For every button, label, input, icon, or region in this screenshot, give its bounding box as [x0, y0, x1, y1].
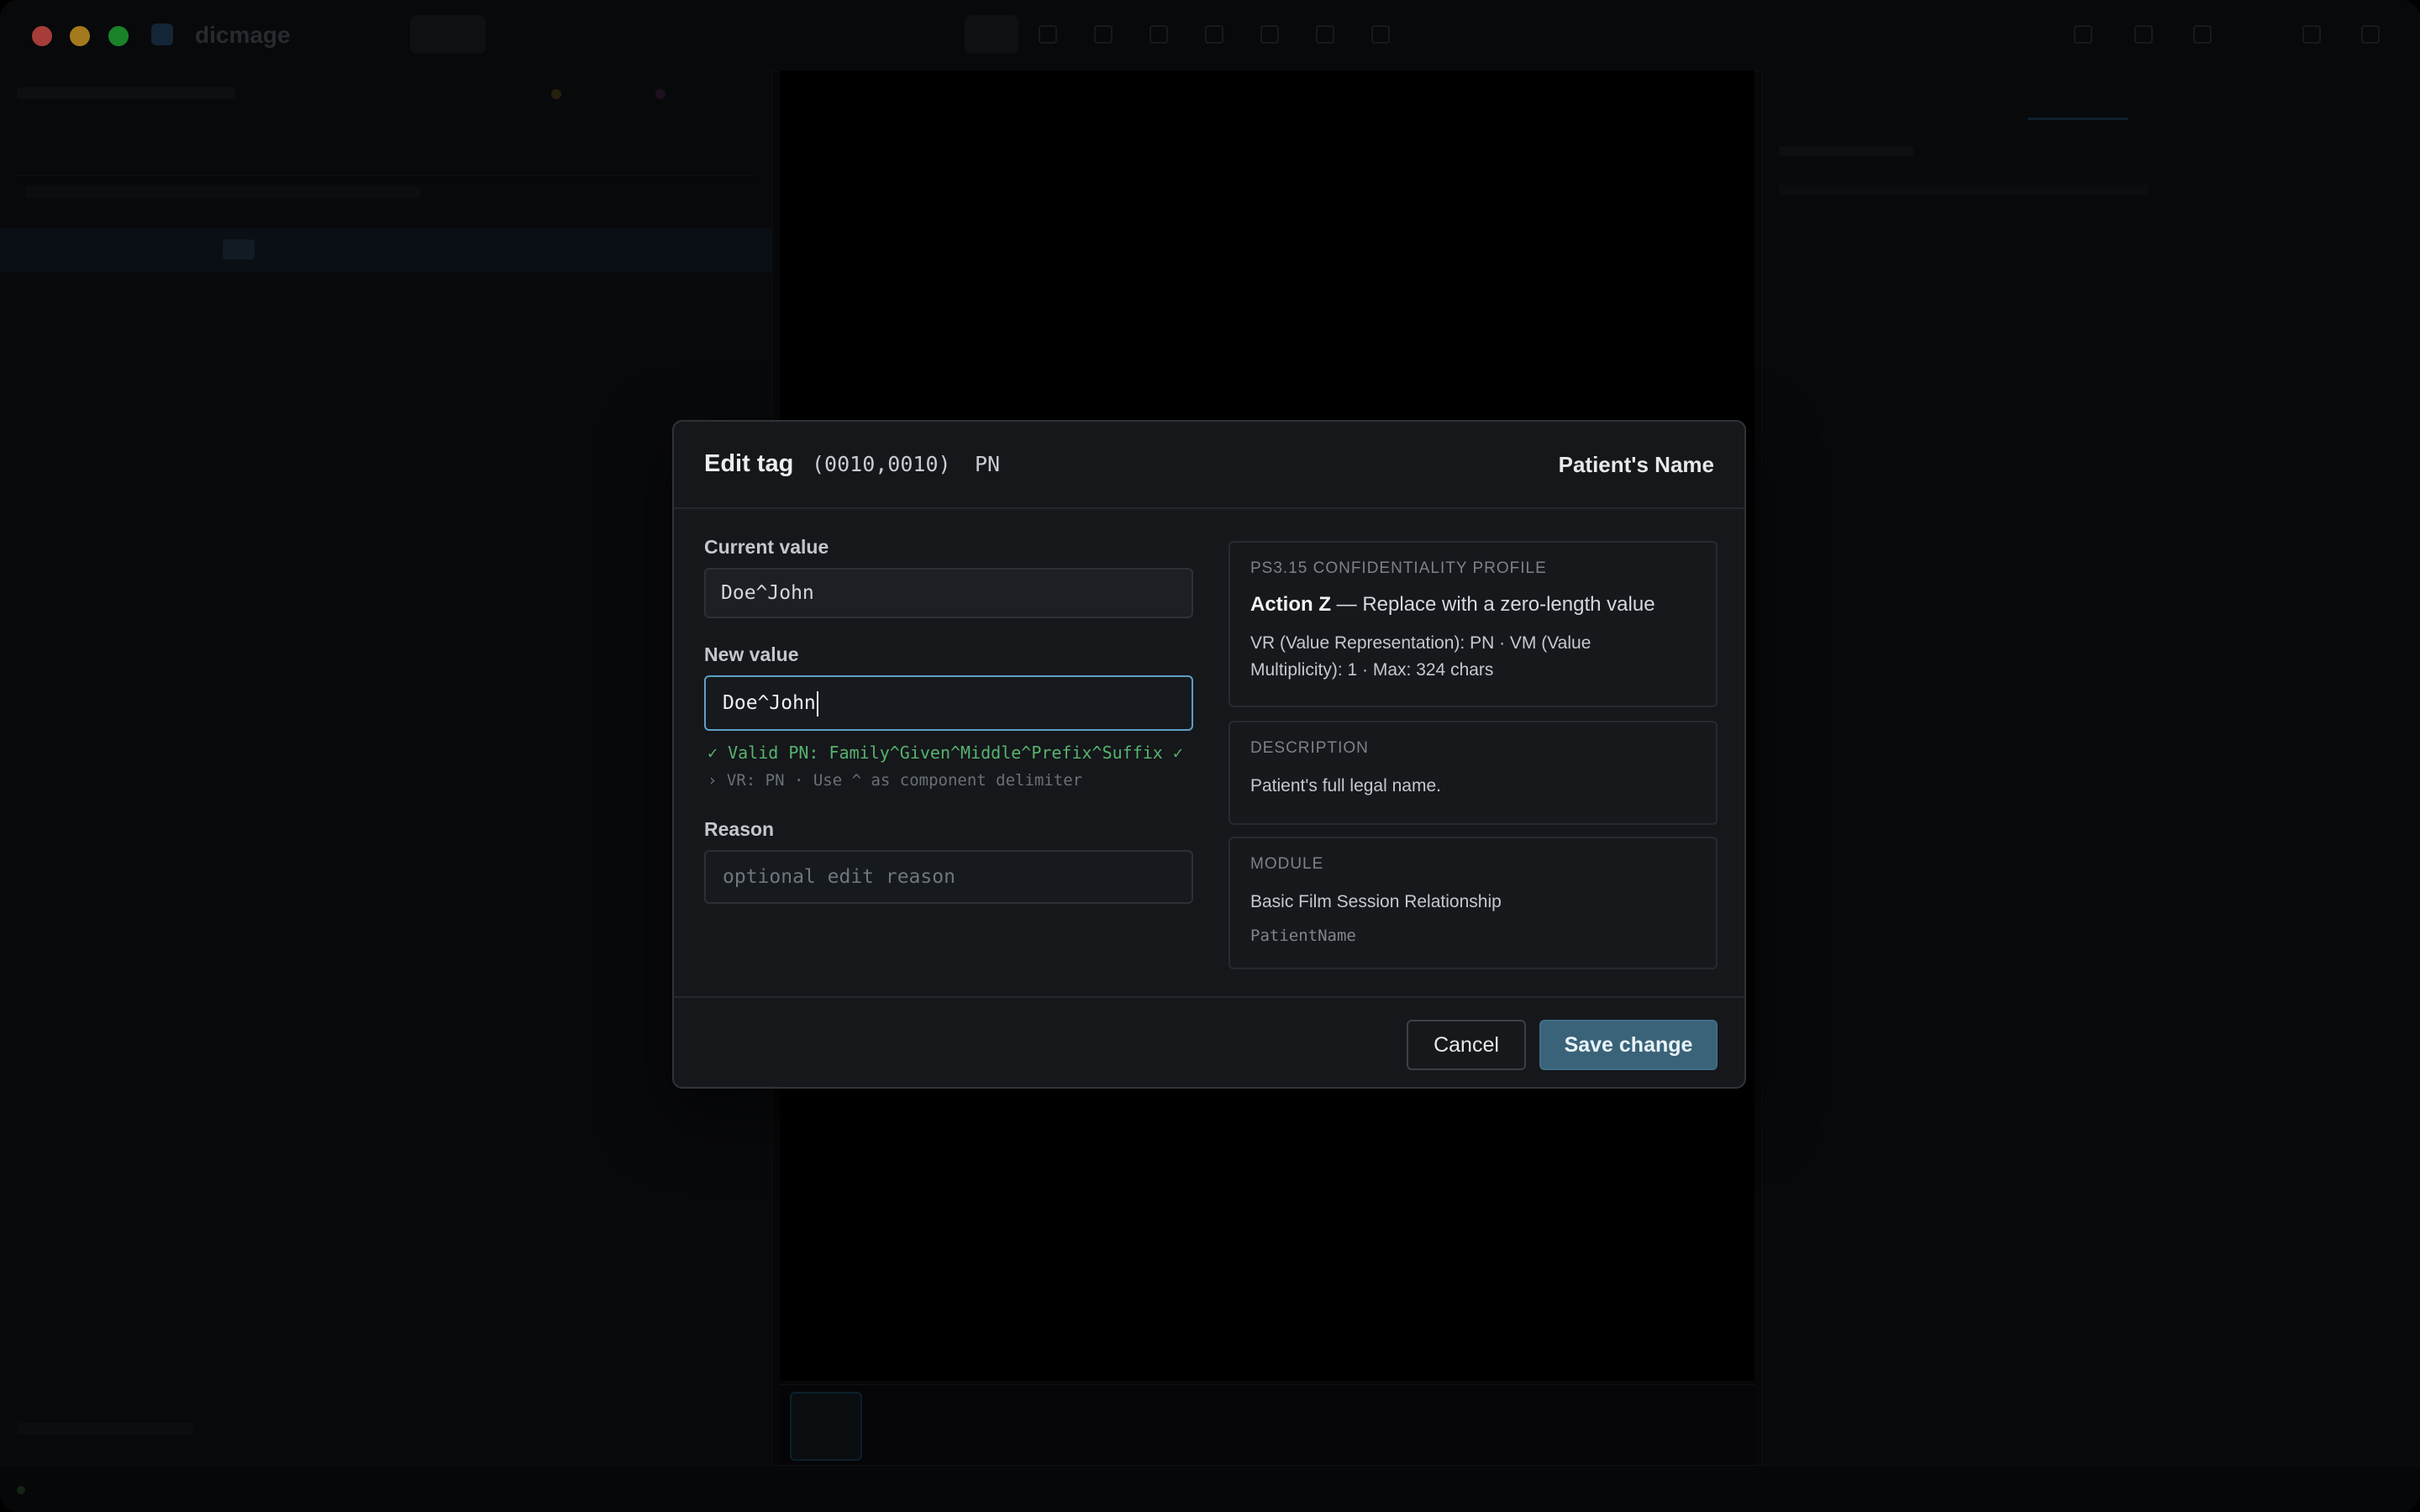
dialog-header: Edit tag (0010,0010) PN Patient's Name — [674, 422, 1744, 509]
description-card: DESCRIPTION Patient's full legal name. — [1228, 721, 1718, 825]
description-heading: DESCRIPTION — [1250, 739, 1369, 757]
save-change-button[interactable]: Save change — [1539, 1020, 1718, 1070]
module-heading: MODULE — [1250, 855, 1324, 873]
reason-label: Reason — [704, 818, 775, 840]
current-value-label: Current value — [704, 536, 829, 558]
reason-input[interactable]: optional edit reason — [704, 850, 1193, 904]
module-name: Basic Film Session Relationship — [1250, 892, 1502, 911]
new-value-label: New value — [704, 643, 799, 665]
app-window: dicmage Edit tag (0010,0010) PN Patient'… — [0, 0, 2420, 1512]
profile-heading: PS3.15 CONFIDENTIALITY PROFILE — [1250, 559, 1547, 577]
validation-hint-text: › VR: PN · Use ^ as component delimiter — [708, 771, 1083, 790]
dialog-title: Edit tag — [704, 450, 794, 477]
tag-name: Patient's Name — [1558, 452, 1714, 477]
validation-success-text: ✓ Valid PN: Family^Given^Middle^Prefix^S… — [708, 743, 1183, 763]
description-text: Patient's full legal name. — [1250, 776, 1441, 795]
tag-code: (0010,0010) — [812, 452, 951, 476]
cancel-button[interactable]: Cancel — [1407, 1020, 1526, 1070]
text-caret — [816, 690, 818, 717]
module-keyword: PatientName — [1250, 927, 1356, 945]
module-card: MODULE Basic Film Session Relationship P… — [1228, 837, 1718, 969]
confidentiality-profile-card: PS3.15 CONFIDENTIALITY PROFILE Action Z … — [1228, 541, 1718, 707]
current-value-field: Doe^John — [704, 568, 1193, 618]
tag-vr: PN — [975, 452, 1001, 476]
profile-vm-line: Multiplicity): 1 · Max: 324 chars — [1250, 660, 1494, 680]
new-value-input[interactable]: Doe^John — [704, 675, 1193, 731]
profile-action: Action Z — Replace with a zero-length va… — [1250, 593, 1655, 616]
dialog-footer-divider — [674, 996, 1744, 998]
profile-vr-line: VR (Value Representation): PN · VM (Valu… — [1250, 633, 1591, 653]
edit-tag-dialog: Edit tag (0010,0010) PN Patient's Name C… — [672, 420, 1746, 1089]
